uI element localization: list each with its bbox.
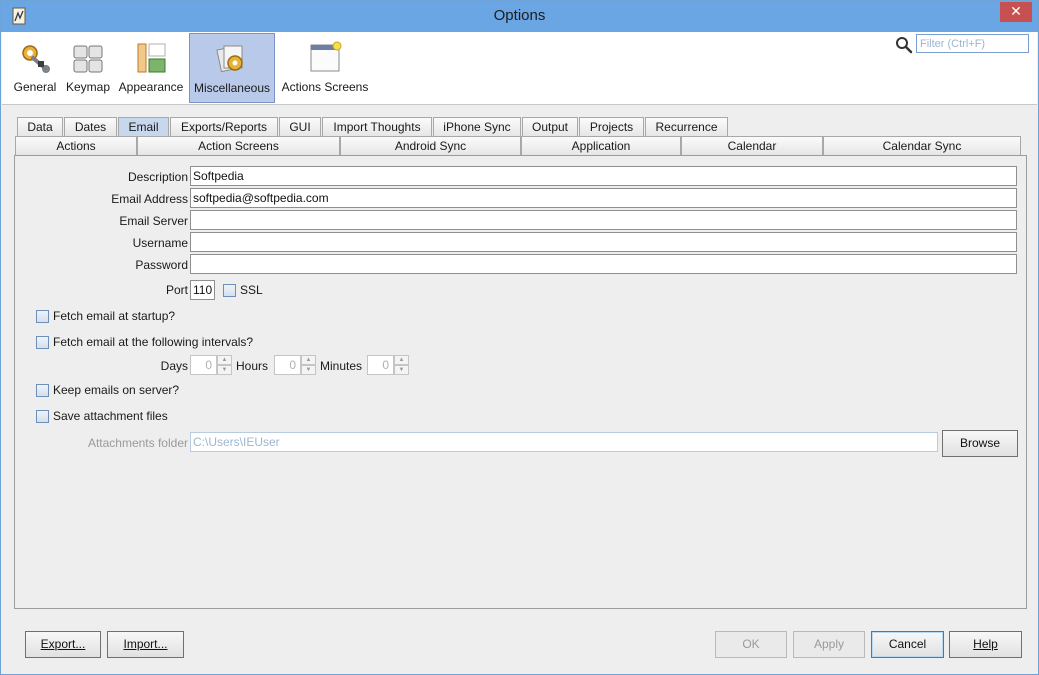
- import-button[interactable]: Import...: [107, 631, 184, 658]
- keep-on-server-checkbox[interactable]: [36, 384, 49, 397]
- category-label: Keymap: [65, 80, 111, 94]
- keep-on-server-label: Keep emails on server?: [53, 383, 180, 397]
- username-field[interactable]: [190, 232, 1017, 252]
- fetch-intervals-checkbox[interactable]: [36, 336, 49, 349]
- tab-action-screens[interactable]: Action Screens: [137, 136, 340, 155]
- tab-data[interactable]: Data: [17, 117, 63, 136]
- tab-recurrence[interactable]: Recurrence: [645, 117, 728, 136]
- minutes-label: Minutes: [320, 359, 363, 373]
- email-server-field[interactable]: [190, 210, 1017, 230]
- title-bar[interactable]: Options ✕: [1, 1, 1038, 32]
- window-icon: [310, 41, 342, 72]
- days-label: Days: [160, 359, 188, 373]
- attachments-folder-field[interactable]: [190, 432, 938, 452]
- options-window: Options ✕ General Keymap Appearance Misc…: [0, 0, 1039, 675]
- category-label: Miscellaneous: [193, 81, 271, 95]
- gear-wrench-icon: [22, 45, 50, 73]
- keyboard-icon: [73, 45, 103, 73]
- port-label: Port: [165, 283, 188, 297]
- apply-button[interactable]: Apply: [793, 631, 865, 658]
- tab-import-thoughts[interactable]: Import Thoughts: [322, 117, 432, 136]
- browse-button[interactable]: Browse: [942, 430, 1018, 457]
- tab-calendar-sync[interactable]: Calendar Sync: [823, 136, 1021, 155]
- tab-gui[interactable]: GUI: [279, 117, 321, 136]
- tab-email[interactable]: Email: [118, 117, 169, 136]
- category-keymap[interactable]: Keymap: [64, 33, 112, 103]
- hours-value[interactable]: 0: [274, 355, 301, 375]
- tab-iphone-sync[interactable]: iPhone Sync: [433, 117, 521, 136]
- category-miscellaneous[interactable]: Miscellaneous: [189, 33, 275, 103]
- save-attachments-checkbox[interactable]: [36, 410, 49, 423]
- days-down-arrow-icon[interactable]: ▼: [217, 365, 232, 375]
- tab-android-sync[interactable]: Android Sync: [340, 136, 521, 155]
- days-up-arrow-icon[interactable]: ▲: [217, 355, 232, 365]
- minutes-spinner[interactable]: 0 ▲ ▼: [367, 355, 410, 375]
- minutes-value[interactable]: 0: [367, 355, 394, 375]
- close-button[interactable]: ✕: [1000, 2, 1032, 22]
- username-label: Username: [132, 236, 188, 250]
- days-value[interactable]: 0: [190, 355, 217, 375]
- minutes-up-arrow-icon[interactable]: ▲: [394, 355, 409, 365]
- password-field[interactable]: [190, 254, 1017, 274]
- tab-projects[interactable]: Projects: [579, 117, 644, 136]
- category-label: Actions Screens: [281, 80, 369, 94]
- category-actions-screens[interactable]: Actions Screens: [279, 33, 371, 103]
- tab-actions[interactable]: Actions: [15, 136, 137, 155]
- export-button-label: Export...: [40, 637, 86, 651]
- password-label: Password: [135, 258, 188, 272]
- help-button[interactable]: Help: [949, 631, 1022, 658]
- window-title: Options: [493, 7, 546, 24]
- email-settings-panel: Description Email Address Email Server U…: [14, 155, 1027, 609]
- filter-search-input[interactable]: [916, 34, 1029, 53]
- category-label: General: [13, 80, 57, 94]
- tab-exports-reports[interactable]: Exports/Reports: [170, 117, 278, 136]
- hours-down-arrow-icon[interactable]: ▼: [301, 365, 316, 375]
- save-attachments-label: Save attachment files: [53, 409, 168, 423]
- appearance-icon: [137, 43, 166, 73]
- ssl-label: SSL: [240, 283, 263, 297]
- hours-spinner[interactable]: 0 ▲ ▼: [274, 355, 317, 375]
- category-appearance[interactable]: Appearance: [116, 33, 186, 103]
- ssl-checkbox[interactable]: [223, 284, 236, 297]
- fetch-startup-checkbox[interactable]: [36, 310, 49, 323]
- hours-up-arrow-icon[interactable]: ▲: [301, 355, 316, 365]
- category-toolbar: General Keymap Appearance Miscellaneous …: [2, 32, 1037, 105]
- days-spinner[interactable]: 0 ▲ ▼: [190, 355, 233, 375]
- attachments-folder-label: Attachments folder: [87, 436, 188, 450]
- category-general[interactable]: General: [12, 33, 58, 103]
- description-label: Description: [127, 170, 188, 184]
- tab-calendar[interactable]: Calendar: [681, 136, 823, 155]
- email-server-label: Email Server: [119, 214, 188, 228]
- fetch-intervals-label: Fetch email at the following intervals?: [53, 335, 254, 349]
- import-button-label: Import...: [123, 637, 168, 651]
- misc-icon: [216, 45, 243, 73]
- port-field[interactable]: [190, 280, 215, 300]
- fetch-startup-label: Fetch email at startup?: [53, 309, 176, 323]
- tab-output[interactable]: Output: [522, 117, 578, 136]
- tab-dates[interactable]: Dates: [64, 117, 117, 136]
- help-button-label: Help: [973, 637, 998, 651]
- email-address-label: Email Address: [111, 192, 188, 206]
- export-button[interactable]: Export...: [25, 631, 101, 658]
- email-address-field[interactable]: [190, 188, 1017, 208]
- tab-application[interactable]: Application: [521, 136, 681, 155]
- cancel-button[interactable]: Cancel: [871, 631, 944, 658]
- category-label: Appearance: [118, 80, 184, 94]
- description-field[interactable]: [190, 166, 1017, 186]
- ok-button[interactable]: OK: [715, 631, 787, 658]
- search-icon: [896, 37, 913, 54]
- minutes-down-arrow-icon[interactable]: ▼: [394, 365, 409, 375]
- hours-label: Hours: [236, 359, 269, 373]
